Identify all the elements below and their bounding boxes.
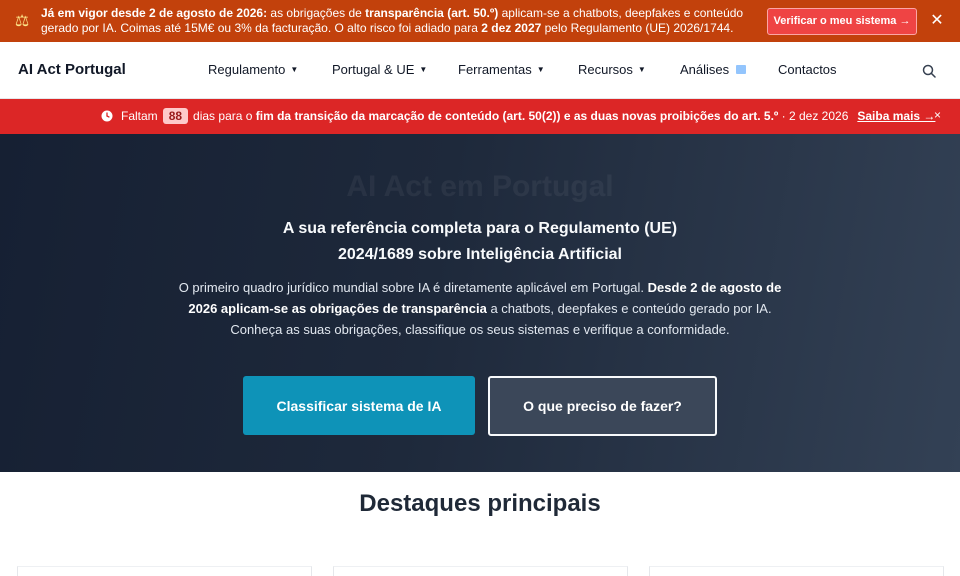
news-icon: [736, 65, 747, 74]
countdown-middle: dias para o: [193, 109, 256, 123]
countdown-banner: Faltam 88 dias para o fim da transição d…: [0, 99, 960, 134]
hero-ghost-title: AI Act em Portugal: [346, 170, 614, 203]
scale-icon: ⚖: [14, 12, 30, 30]
countdown-prefix: Faltam: [121, 109, 158, 123]
announcement-text-part: pelo Regulamento (UE) 2026/1744.: [541, 21, 734, 35]
hero-headline-line: 2024/1689 sobre Inteligência Artificial: [338, 246, 622, 263]
nav-item-label: Recursos: [578, 62, 633, 77]
days-remaining-badge: 88: [162, 108, 189, 124]
highlights-title: Destaques principais: [359, 490, 601, 517]
nav-item-analises[interactable]: Análises: [680, 62, 747, 77]
nav-item-label: Portugal & UE: [332, 62, 415, 77]
nav-item-ferramentas[interactable]: Ferramentas ▼: [458, 62, 545, 77]
nav-item-label: Regulamento: [208, 62, 286, 77]
highlight-card[interactable]: [649, 566, 944, 576]
announcement-date: 2 dez 2027: [481, 21, 542, 35]
caret-down-icon: ▼: [536, 65, 545, 74]
caret-down-icon: ▼: [290, 65, 299, 74]
verify-system-button[interactable]: Verificar o meu sistema →: [767, 8, 917, 35]
highlight-card[interactable]: [333, 566, 628, 576]
site-brand[interactable]: AI Act Portugal: [18, 61, 126, 78]
announcement-text-part: as obrigações de: [267, 6, 366, 20]
nav-item-portugal-ue[interactable]: Portugal & UE ▼: [332, 62, 427, 77]
highlight-card[interactable]: [17, 566, 312, 576]
clock-icon: [101, 110, 113, 122]
announcement-lead: Já em vigor desde 2 de agosto de 2026:: [41, 6, 268, 20]
nav-item-label: Análises: [680, 62, 730, 77]
main-navbar: AI Act Portugal Regulamento ▼ Portugal &…: [0, 42, 960, 99]
countdown-deadline: fim da transição da marcação de conteúdo…: [255, 109, 779, 123]
what-to-do-button[interactable]: O que preciso de fazer?: [488, 376, 717, 436]
hero-headline: A sua referência completa para o Regulam…: [0, 216, 960, 268]
classify-system-button[interactable]: Classificar sistema de IA: [243, 376, 475, 435]
learn-more-link[interactable]: Saiba mais →: [857, 109, 935, 123]
announcement-banner: ⚖ Já em vigor desde 2 de agosto de 2026:…: [0, 0, 960, 42]
close-icon[interactable]: ×: [934, 108, 941, 122]
hero-intro-part: O primeiro quadro jurídico mundial sobre…: [178, 280, 648, 295]
countdown-date: · 2 dez 2026: [778, 109, 849, 123]
close-icon[interactable]: ✕: [929, 11, 945, 31]
countdown-message: dias para o fim da transição da marcação…: [193, 109, 848, 123]
search-icon[interactable]: [922, 64, 936, 78]
caret-down-icon: ▼: [419, 65, 428, 74]
countdown-text: Faltam 88 dias para o fim da transição d…: [121, 108, 935, 124]
nav-item-recursos[interactable]: Recursos ▼: [578, 62, 646, 77]
announcement-article: transparência (art. 50.º): [365, 6, 499, 20]
nav-item-regulamento[interactable]: Regulamento ▼: [208, 62, 298, 77]
hero-headline-line: A sua referência completa para o Regulam…: [282, 220, 678, 237]
hero-intro: O primeiro quadro jurídico mundial sobre…: [170, 277, 790, 340]
announcement-text: Já em vigor desde 2 de agosto de 2026: a…: [41, 6, 761, 36]
hero-section: AI Act em Portugal A sua referência comp…: [0, 134, 960, 472]
nav-item-label: Ferramentas: [458, 62, 532, 77]
caret-down-icon: ▼: [637, 65, 646, 74]
nav-item-label: Contactos: [778, 62, 837, 77]
nav-item-contactos[interactable]: Contactos: [778, 62, 837, 77]
